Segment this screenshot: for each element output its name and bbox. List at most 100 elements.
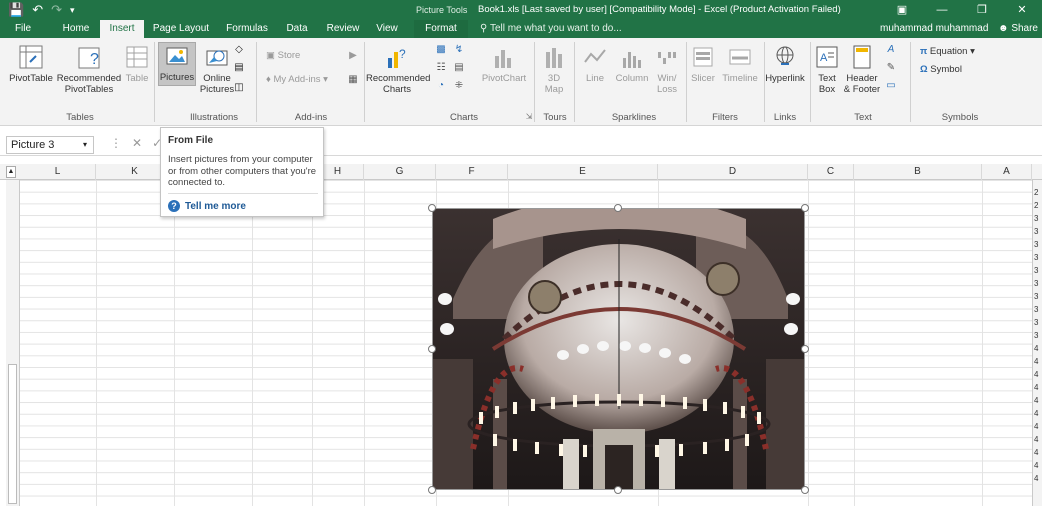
resize-handle[interactable] [428,345,436,353]
tab-home[interactable]: Home [56,20,96,38]
row-header[interactable]: 3 [1034,266,1038,275]
share-button[interactable]: ☻ Share [998,20,1038,38]
row-header[interactable]: 3 [1034,331,1038,340]
tab-view[interactable]: View [370,20,404,38]
tab-formulas[interactable]: Formulas [222,20,272,38]
row-header[interactable]: 3 [1034,214,1038,223]
store-button[interactable]: ▣ Store [266,50,300,61]
sparkline-winloss-button[interactable]: Win/ Loss [652,44,682,95]
restore-icon[interactable]: ❐ [962,0,1002,20]
resize-handle[interactable] [801,486,809,494]
shapes-icon[interactable]: ◇ [232,44,246,56]
row-header[interactable]: 4 [1034,435,1038,444]
row-header[interactable]: 4 [1034,396,1038,405]
row-header[interactable]: 2 [1034,201,1038,210]
hyperlink-button[interactable]: Hyperlink [764,44,806,84]
column-header[interactable]: D [658,164,808,180]
resize-handle[interactable] [801,345,809,353]
resize-handle[interactable] [428,204,436,212]
tab-page-layout[interactable]: Page Layout [150,20,212,38]
resize-handle[interactable] [428,486,436,494]
inserted-picture[interactable] [432,208,805,490]
column-chart-icon[interactable]: ▩ [434,44,448,56]
column-header[interactable]: A [982,164,1032,180]
tell-me-box[interactable]: ⚲ Tell me what you want to do... [480,20,622,38]
vertical-scrollbar[interactable] [6,180,20,506]
tab-data[interactable]: Data [280,20,314,38]
tab-file[interactable]: File [8,20,38,38]
header-footer-button[interactable]: Header & Footer [842,44,882,95]
row-header[interactable]: 3 [1034,279,1038,288]
tab-review[interactable]: Review [322,20,364,38]
column-header[interactable]: L [20,164,96,180]
row-header[interactable]: 2 [1034,188,1038,197]
ribbon-display-options-icon[interactable]: ▣ [882,0,922,20]
tell-me-more-link[interactable]: ? Tell me more [168,200,246,212]
scrollbar-thumb[interactable] [8,364,17,504]
row-header[interactable]: 4 [1034,461,1038,470]
undo-icon[interactable]: ↶ [32,2,43,18]
sparkline-column-button[interactable]: Column [612,44,652,84]
row-header[interactable]: 3 [1034,305,1038,314]
online-pictures-button[interactable]: Online Pictures [198,44,236,95]
resize-handle[interactable] [614,204,622,212]
smartart-icon[interactable]: ▤ [232,62,246,74]
scatter-chart-icon[interactable]: ⁜ [452,80,466,92]
resize-handle[interactable] [614,486,622,494]
row-header[interactable]: 4 [1034,344,1038,353]
row-header[interactable]: 3 [1034,240,1038,249]
close-icon[interactable]: ✕ [1002,0,1042,20]
symbol-button[interactable]: Ω Symbol [920,64,962,75]
table-button[interactable]: Table [122,44,152,84]
recommended-pivottables-button[interactable]: ? Recommended PivotTables [54,44,124,95]
row-header[interactable]: 3 [1034,253,1038,262]
statistic-chart-icon[interactable]: ▤ [452,62,466,74]
my-addins-button[interactable]: ♦ My Add-ins ▾ [266,74,328,85]
row-header[interactable]: 4 [1034,422,1038,431]
signature-line-icon[interactable]: ✎ [884,62,898,74]
name-box[interactable]: Picture 3 ▾ [6,136,94,154]
column-header[interactable]: G [364,164,436,180]
save-icon[interactable]: 💾 [8,2,24,18]
row-header[interactable]: 3 [1034,227,1038,236]
pictures-button[interactable]: Pictures [158,42,196,86]
row-header[interactable]: 3 [1034,318,1038,327]
wordart-icon[interactable]: A [884,44,898,56]
chevron-down-icon[interactable]: ▾ [83,137,87,153]
row-header[interactable]: 4 [1034,409,1038,418]
tab-insert[interactable]: Insert [100,20,144,38]
column-header[interactable]: E [508,164,658,180]
pie-chart-icon[interactable]: ◔ [434,80,448,92]
column-header[interactable]: C [808,164,854,180]
minimize-icon[interactable]: — [922,0,962,20]
row-header[interactable]: 3 [1034,292,1038,301]
column-header[interactable]: B [854,164,982,180]
timeline-button[interactable]: Timeline [718,44,762,84]
column-header[interactable]: F [436,164,508,180]
resize-handle[interactable] [801,204,809,212]
user-name[interactable]: muhammad muhammad [880,20,988,38]
pivotchart-button[interactable]: PivotChart [480,44,528,84]
row-header[interactable]: 4 [1034,383,1038,392]
sparkline-line-button[interactable]: Line [580,44,610,84]
scroll-up-icon[interactable]: ▲ [6,166,16,178]
line-chart-icon[interactable]: ↯ [452,44,466,56]
pivottable-button[interactable]: PivotTable [6,44,56,84]
row-header[interactable]: 4 [1034,474,1038,483]
bing-maps-icon[interactable]: ▶ [346,50,360,62]
object-icon[interactable]: ▭ [884,80,898,92]
equation-button[interactable]: π Equation ▾ [920,46,975,57]
people-graph-icon[interactable]: ▦ [346,74,360,86]
customize-qat-icon[interactable]: ▾ [70,2,75,18]
row-header[interactable]: 4 [1034,357,1038,366]
text-box-button[interactable]: A Text Box [812,44,842,95]
row-header[interactable]: 4 [1034,370,1038,379]
slicer-button[interactable]: Slicer [688,44,718,84]
screenshot-icon[interactable]: ◫ [232,82,246,94]
redo-icon[interactable]: ↷ [51,2,62,18]
3d-map-button[interactable]: 3D Map [536,44,572,95]
hierarchy-chart-icon[interactable]: ☷ [434,62,448,74]
cancel-icon[interactable]: ✕ [132,136,142,150]
tab-format[interactable]: Format [414,20,468,38]
recommended-charts-button[interactable]: ? Recommended Charts [366,44,430,95]
